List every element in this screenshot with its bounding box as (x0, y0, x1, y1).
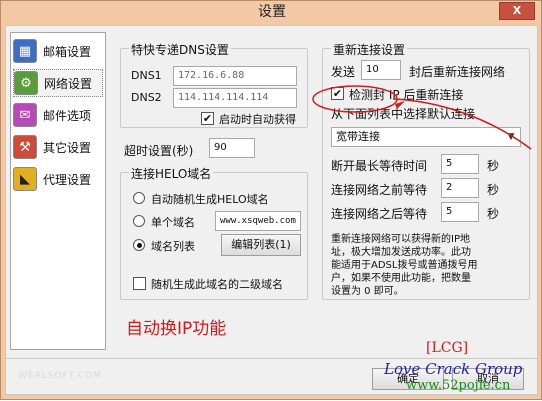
timeout-label: 超时设置(秒) (124, 144, 194, 158)
single-domain-input[interactable]: www.xsqweb.com (215, 211, 301, 231)
dns2-label: DNS2 (131, 91, 162, 104)
random-secondary-domain-label: 随机生成此域名的二级域名 (151, 278, 283, 291)
before-wait-unit: 秒 (487, 183, 500, 197)
close-button[interactable]: X (499, 2, 535, 20)
chevron-down-icon: ▼ (507, 132, 515, 142)
connection-select[interactable]: 宽带连接 ▼ (331, 127, 521, 147)
dns1-input[interactable]: 172.16.6.88 (173, 66, 297, 86)
sidebar-item-label: 邮件选项 (43, 108, 92, 123)
mailbox-settings-icon: ▦ (13, 39, 37, 63)
domain-list-label: 域名列表 (151, 240, 195, 253)
auto-obtain-checkbox[interactable]: ✔ (201, 112, 214, 125)
single-domain-radio[interactable] (133, 215, 145, 227)
brand-watermark: WEALSOFT.COM (18, 371, 102, 381)
note-line: 设置为 0 即可。 (331, 286, 404, 297)
dns1-label: DNS1 (131, 69, 162, 82)
dns-group-label: 特快专递DNS设置 (129, 41, 231, 58)
sidebar-item-label: 其它设置 (43, 140, 92, 155)
sidebar-item-label: 代理设置 (43, 172, 92, 187)
send-label: 发送 (331, 65, 356, 79)
timeout-input[interactable]: 90 (209, 138, 255, 158)
reconnect-settings-group: 重新连接设置 发送 10 封后重新连接网络 ✔ 检测封 IP 后重新连接 从下面… (322, 41, 530, 300)
domain-list-radio[interactable] (133, 239, 145, 251)
lcg-tag: [LCG] (426, 340, 469, 356)
auto-ip-caption: 自动换IP功能 (126, 319, 227, 339)
default-connection-label: 从下面列表中选择默认连接 (331, 107, 476, 121)
connection-select-value: 宽带连接 (336, 130, 380, 143)
reconnect-on-ip-block-checkbox[interactable]: ✔ (331, 87, 344, 100)
other-settings-icon: ⚒ (13, 135, 37, 159)
dns2-input[interactable]: 114.114.114.114 (173, 88, 297, 108)
send-count-input[interactable]: 10 (361, 60, 401, 80)
mail-options-icon: ✉ (13, 103, 37, 127)
random-secondary-domain-checkbox[interactable] (133, 277, 146, 290)
send-suffix-label: 封后重新连接网络 (409, 65, 506, 79)
settings-sidebar: ▦ 邮箱设置 ⚙ 网络设置 ✉ 邮件选项 ⚒ 其它设置 ◣ 代理设置 (10, 32, 106, 350)
helo-group-label: 连接HELO域名 (129, 165, 214, 182)
helo-domain-group: 连接HELO域名 自动随机生成HELO域名 单个域名 www.xsqweb.co… (120, 165, 308, 300)
before-wait-label: 连接网络之前等待 (331, 183, 428, 197)
reconnect-on-ip-block-label: 检测封 IP 后重新连接 (349, 88, 464, 102)
after-wait-input[interactable]: 5 (441, 202, 479, 222)
max-wait-input[interactable]: 5 (441, 154, 479, 174)
auto-obtain-label: 启动时自动获得 (219, 113, 296, 126)
note-line: 址，极大增加发送成功率。此功 (331, 247, 471, 258)
random-helo-radio[interactable] (133, 192, 145, 204)
sidebar-item-network[interactable]: ⚙ 网络设置 (13, 69, 103, 97)
sidebar-item-proxy[interactable]: ◣ 代理设置 (13, 165, 103, 193)
before-wait-input[interactable]: 2 (441, 178, 479, 198)
network-settings-icon: ⚙ (14, 71, 38, 95)
max-wait-label: 断开最长等待时间 (331, 159, 428, 173)
dns-settings-group: 特快专递DNS设置 DNS1 172.16.6.88 DNS2 114.114.… (120, 41, 308, 128)
reconnect-group-label: 重新连接设置 (331, 41, 408, 58)
after-wait-label: 连接网络之后等待 (331, 207, 428, 221)
reconnect-note: 重新连接网络可以获得新的IP地 址，极大增加发送成功率。此功 能适用于ADSL拨… (331, 233, 527, 298)
footer-divider (6, 358, 537, 359)
lcg-group-name: Love Crack Group (384, 360, 523, 378)
single-domain-label: 单个域名 (151, 216, 195, 229)
after-wait-unit: 秒 (487, 207, 500, 221)
lcg-url: www.52pojie.cn (406, 378, 511, 393)
note-line: 户，如果不使用此功能，把数量 (331, 273, 471, 284)
random-helo-label: 自动随机生成HELO域名 (151, 193, 269, 206)
settings-window: 设置 X ▦ 邮箱设置 ⚙ 网络设置 ✉ 邮件选项 ⚒ 其它设置 ◣ 代理设置 (0, 0, 542, 400)
window-title: 设置 (258, 4, 286, 20)
note-line: 重新连接网络可以获得新的IP地 (331, 234, 470, 245)
sidebar-item-other[interactable]: ⚒ 其它设置 (13, 133, 103, 161)
max-wait-unit: 秒 (487, 159, 500, 173)
sidebar-item-mail-options[interactable]: ✉ 邮件选项 (13, 101, 103, 129)
sidebar-item-label: 邮箱设置 (43, 44, 92, 59)
note-line: 能适用于ADSL拨号或普通拨号用 (331, 260, 478, 271)
edit-list-button[interactable]: 编辑列表(1) (221, 234, 301, 256)
dialog-client-area: ▦ 邮箱设置 ⚙ 网络设置 ✉ 邮件选项 ⚒ 其它设置 ◣ 代理设置 特快专递D… (5, 25, 538, 395)
sidebar-item-mailbox[interactable]: ▦ 邮箱设置 (13, 37, 103, 65)
proxy-settings-icon: ◣ (13, 167, 37, 191)
sidebar-item-label: 网络设置 (44, 76, 93, 91)
